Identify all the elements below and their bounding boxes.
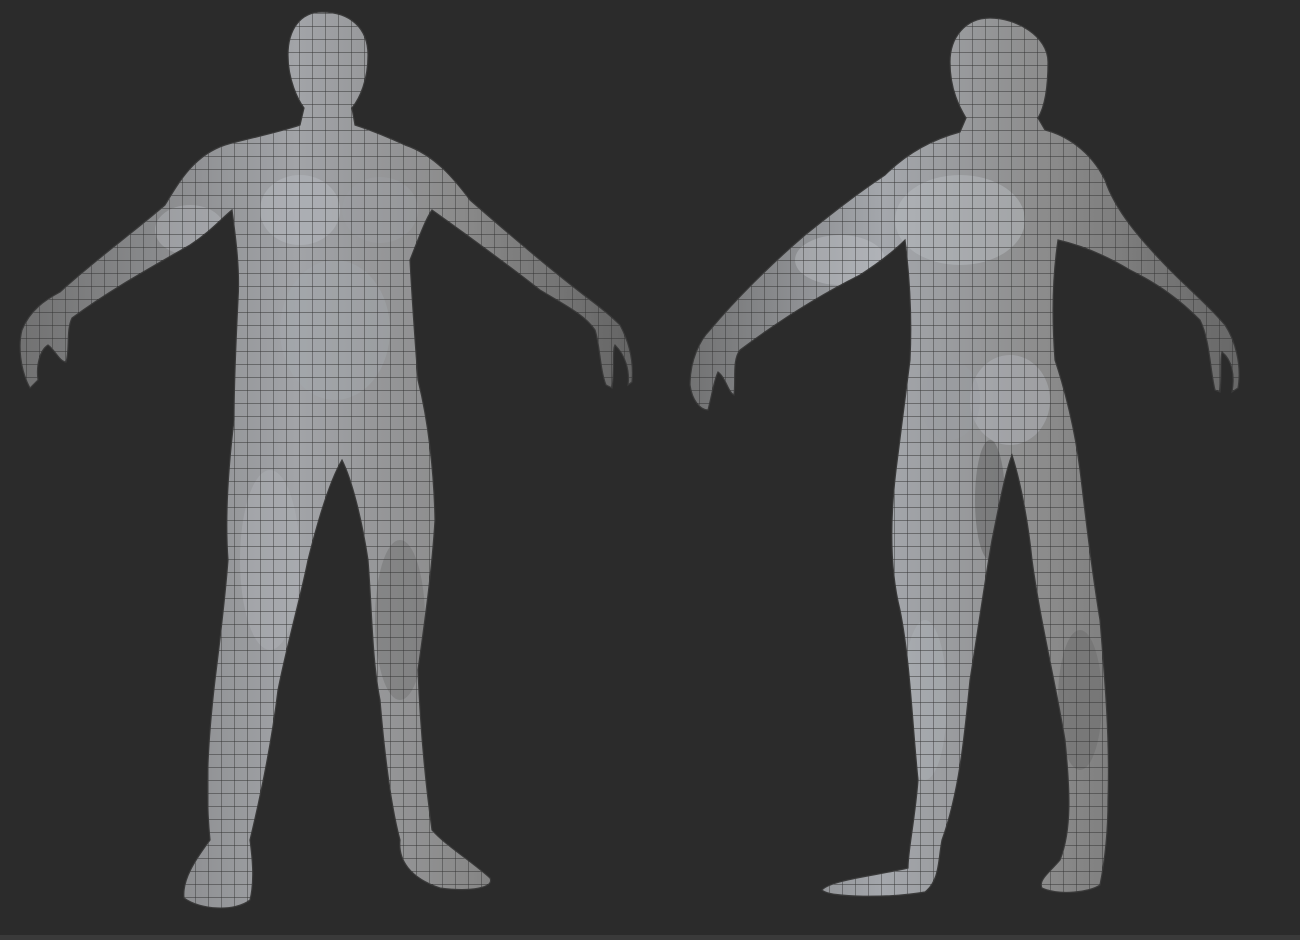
viewport-bottom-border (0, 935, 1300, 940)
base-mesh-back-view (689, 17, 1240, 897)
base-mesh-front-view (19, 11, 633, 909)
3d-viewport[interactable] (0, 0, 1300, 935)
